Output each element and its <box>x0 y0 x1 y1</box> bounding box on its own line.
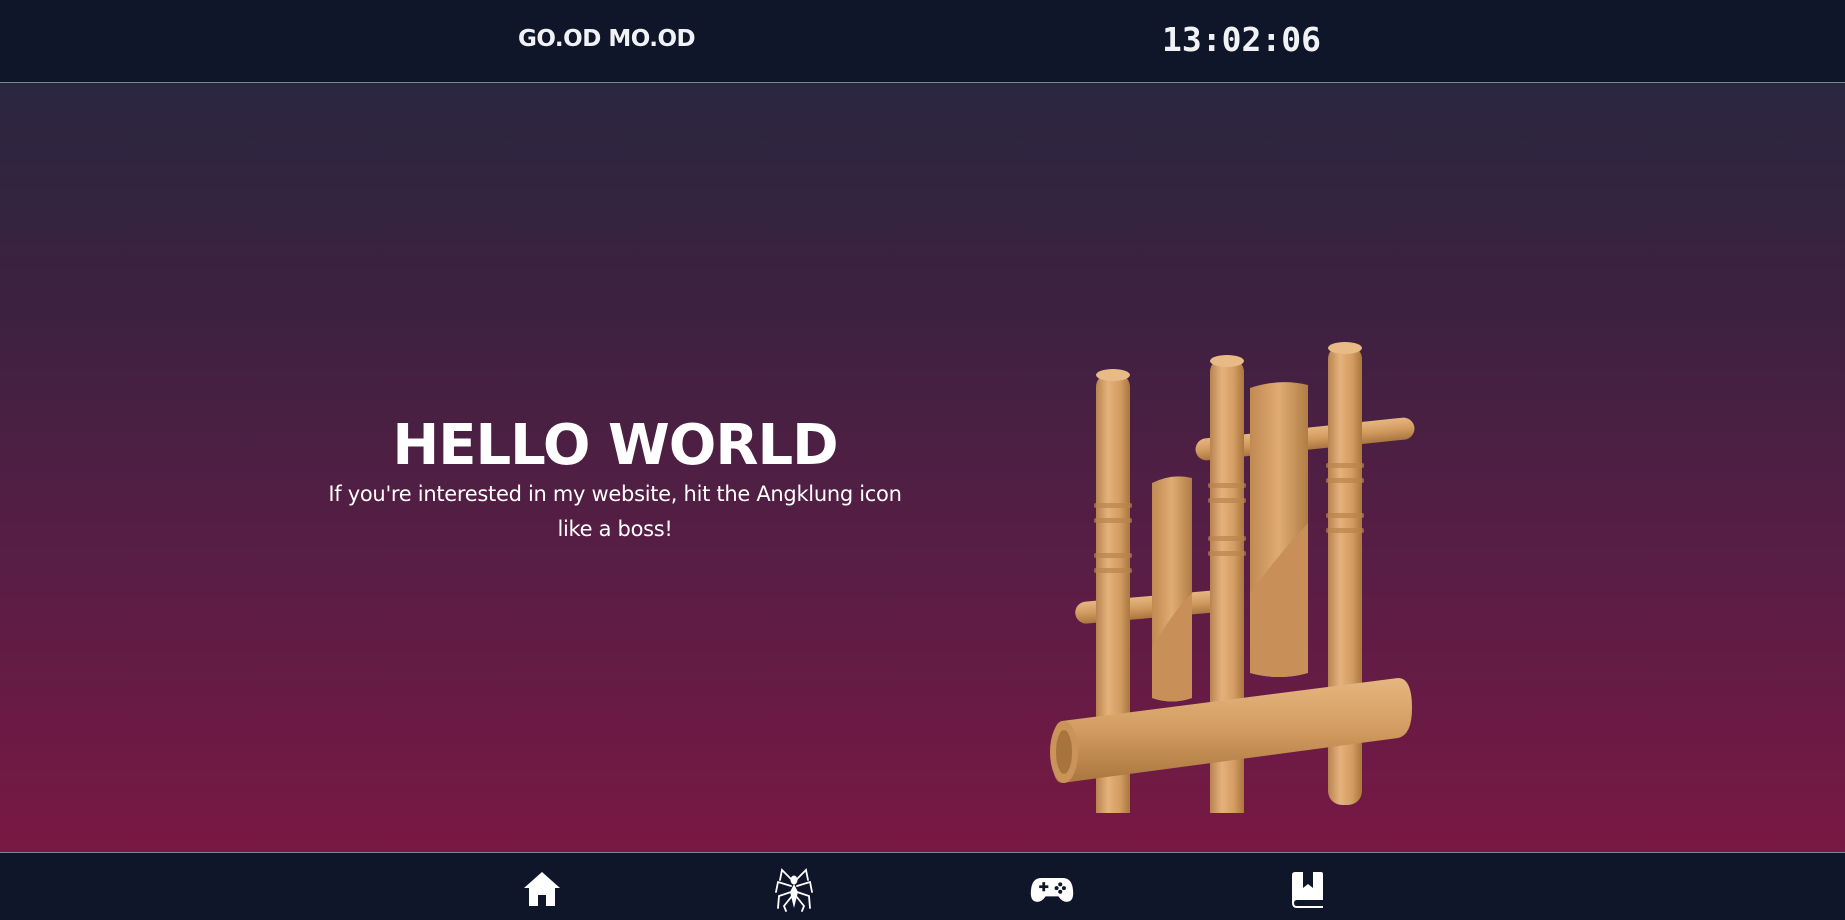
bookmark-book-icon <box>1292 872 1323 908</box>
hero-text-block: HELLO WORLD If you're interested in my w… <box>300 415 930 547</box>
hero-title: HELLO WORLD <box>392 413 838 478</box>
nav-book-button[interactable] <box>1286 867 1330 911</box>
angklung-icon[interactable] <box>1040 253 1420 813</box>
nav-games-button[interactable] <box>1030 867 1074 911</box>
nav-home-button[interactable] <box>520 867 564 911</box>
bottom-nav <box>0 852 1845 920</box>
home-icon <box>524 872 560 906</box>
spider-icon <box>775 868 813 912</box>
hero-section: HELLO WORLD If you're interested in my w… <box>0 83 1845 852</box>
site-brand[interactable]: GO.OD MO.OD <box>518 26 696 52</box>
top-bar: GO.OD MO.OD 13:02:06 <box>0 0 1845 83</box>
digital-clock: 13:02:06 <box>1162 20 1321 59</box>
gamepad-icon <box>1030 878 1074 902</box>
nav-spider-button[interactable] <box>772 867 816 912</box>
hero-subtitle: If you're interested in my website, hit … <box>328 482 902 541</box>
